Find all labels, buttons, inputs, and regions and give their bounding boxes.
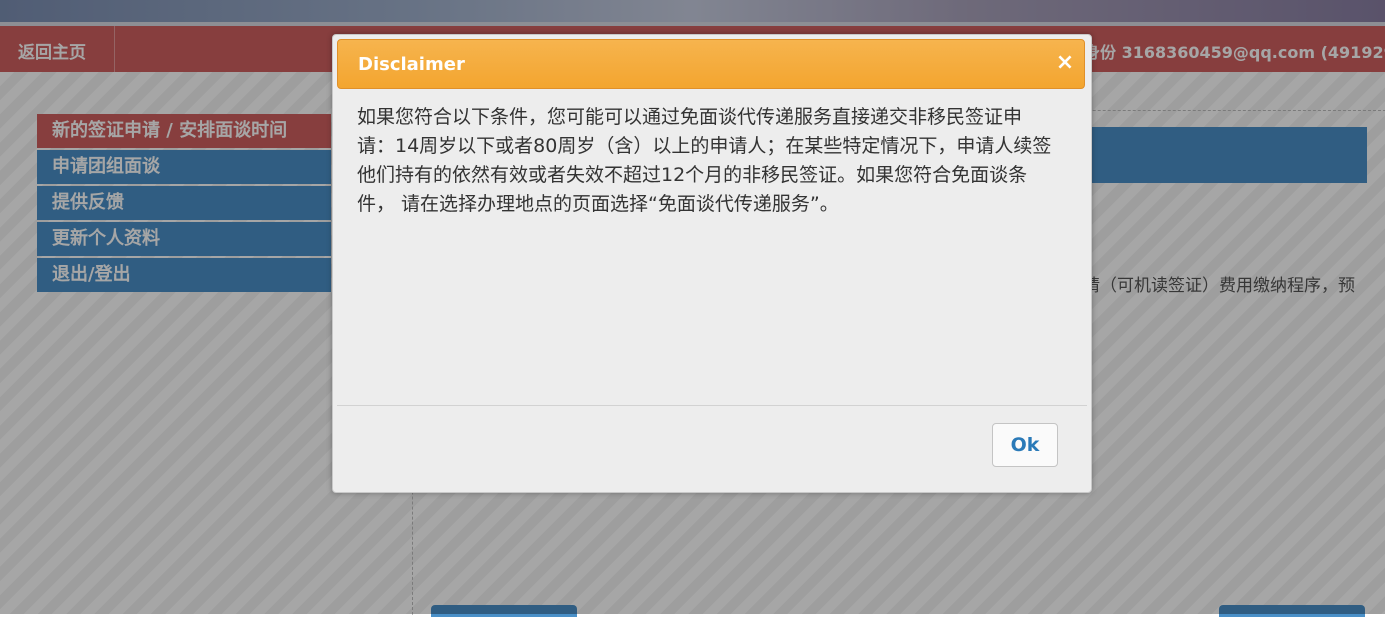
dialog-title: Disclaimer bbox=[358, 54, 465, 75]
dialog-body-text: 如果您符合以下条件，您可能可以通过免面谈代传递服务直接递交非移民签证申请：14周… bbox=[357, 106, 1052, 215]
ok-button[interactable]: Ok bbox=[992, 423, 1058, 467]
close-icon[interactable]: × bbox=[1054, 51, 1076, 75]
dialog-divider bbox=[337, 405, 1087, 406]
disclaimer-dialog: Disclaimer × 如果您符合以下条件，您可能可以通过免面谈代传递服务直接… bbox=[332, 34, 1092, 493]
dialog-title-bar: Disclaimer × bbox=[337, 39, 1085, 89]
